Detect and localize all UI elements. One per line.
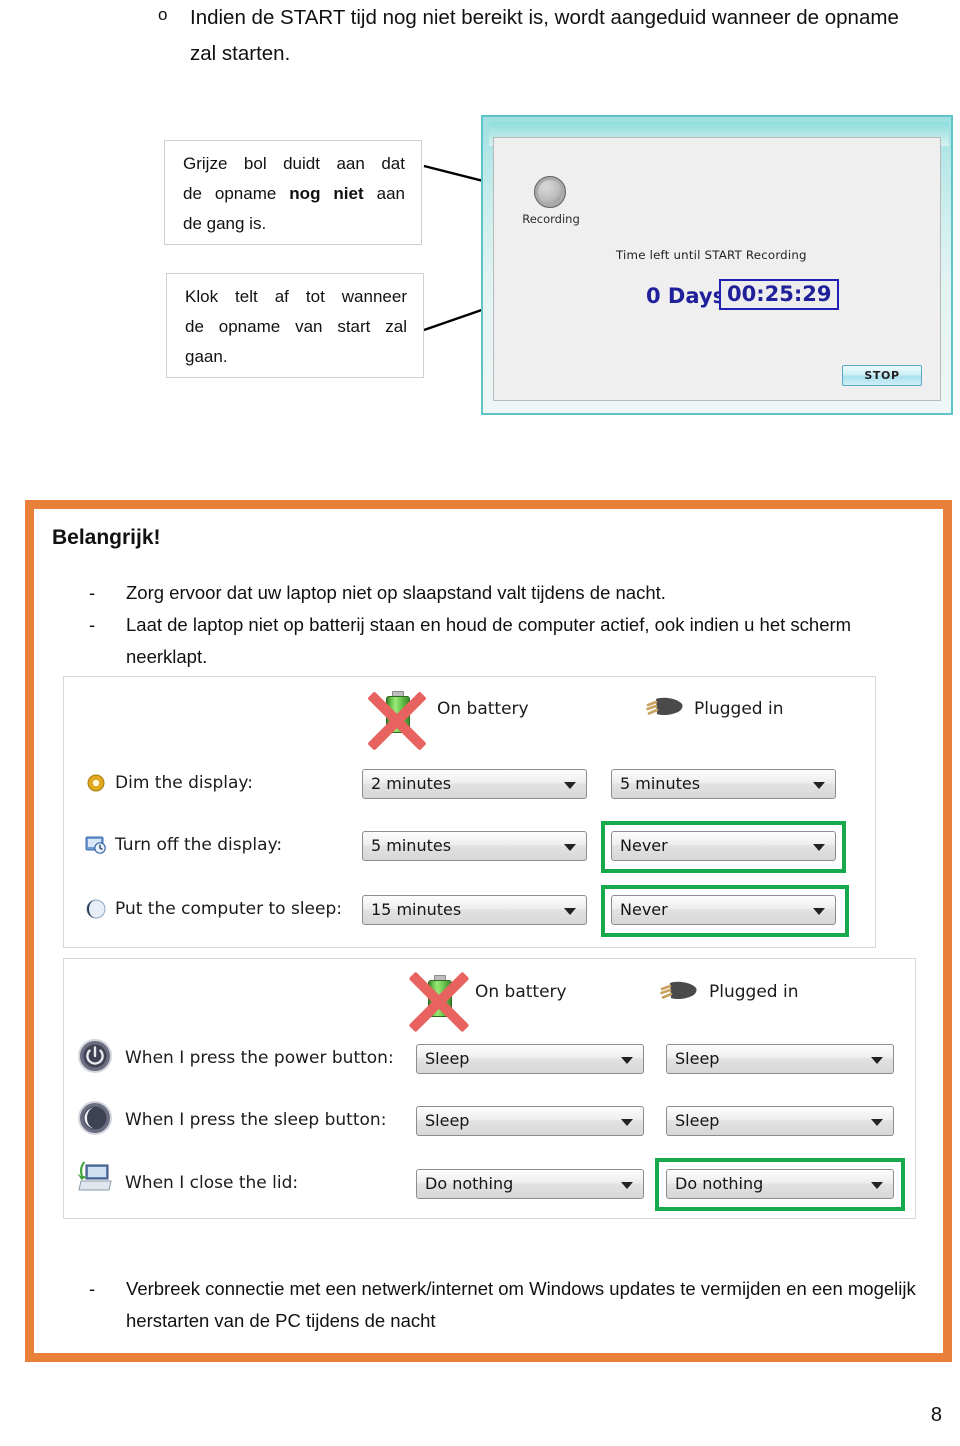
callout-line: Grijze bol duidt aan dat (183, 154, 405, 173)
bullet-dash: - (89, 1278, 96, 1299)
power-options-panel-display: On battery Plugged in Dim the display: 2… (63, 676, 876, 948)
bullet-text: Laat de laptop niet op batterij staan en… (126, 614, 852, 667)
callout-line-bold: nog niet (289, 184, 364, 203)
page-number: 8 (930, 1404, 942, 1426)
chevron-down-icon (813, 782, 825, 789)
row-label-dim-display: Dim the display: (115, 773, 253, 793)
column-header-plugged-in: Plugged in (709, 982, 799, 1002)
row-label-computer-sleep: Put the computer to sleep: (115, 899, 342, 919)
bullet-text: Verbreek connectie met een netwerk/inter… (126, 1278, 916, 1331)
combo-dim-display-on-battery[interactable]: 2 minutes (362, 769, 587, 799)
bullet-marker-icon: o (158, 5, 168, 24)
combo-computer-sleep-plugged-in[interactable]: Never (611, 895, 836, 925)
chevron-down-icon (621, 1057, 633, 1064)
combo-turn-off-display-on-battery[interactable]: 5 minutes (362, 831, 587, 861)
countdown-days: 0 Days (646, 284, 726, 308)
recording-led-label: Recording (522, 212, 580, 226)
chevron-down-icon (564, 782, 576, 789)
callout-line: de opname van start zal (185, 317, 407, 336)
callout-line-pre: de opname (183, 184, 290, 203)
chevron-down-icon (871, 1119, 883, 1126)
sleep-button-icon (78, 1101, 112, 1135)
combo-value: 5 minutes (620, 774, 701, 793)
power-button-icon (78, 1039, 112, 1073)
power-plug-icon (660, 981, 697, 1000)
combo-turn-off-display-plugged-in[interactable]: Never (611, 831, 836, 861)
combo-value: Sleep (675, 1111, 720, 1130)
chevron-down-icon (813, 908, 825, 915)
top-bullet-text: Indien de START tijd nog niet bereikt is… (190, 6, 899, 65)
close-lid-icon (77, 1161, 112, 1191)
power-plug-icon (646, 697, 683, 716)
callout-line: de gang is. (183, 214, 267, 233)
chevron-down-icon (564, 844, 576, 851)
combo-sleep-button-on-battery[interactable]: Sleep (416, 1106, 644, 1136)
clock-callout: Klok telt af tot wanneer de opname van s… (166, 273, 424, 378)
chevron-down-icon (871, 1057, 883, 1064)
time-left-label: Time left until START Recording (616, 248, 807, 262)
document-page: o Indien de START tijd nog niet bereikt … (0, 0, 960, 1446)
callout-line: de opname nog niet aan (183, 179, 405, 209)
battery-crossed-out-icon (360, 679, 434, 753)
combo-value: Do nothing (425, 1174, 514, 1193)
combo-value: Do nothing (675, 1174, 764, 1193)
column-header-plugged-in: Plugged in (694, 699, 784, 719)
chevron-down-icon (621, 1119, 633, 1126)
combo-value: 15 minutes (371, 900, 462, 919)
grey-ball-callout: Grijze bol duidt aan dat de opname nog n… (164, 140, 422, 245)
recording-led-icon (534, 176, 566, 208)
chevron-down-icon (564, 908, 576, 915)
row-label-turn-off-display: Turn off the display: (115, 835, 283, 855)
bullet-text: Zorg ervoor dat uw laptop niet op slaaps… (126, 582, 666, 603)
column-header-on-battery: On battery (437, 699, 529, 719)
power-options-panel-buttons: On battery Plugged in When I press the p… (63, 958, 916, 1219)
combo-value: Never (620, 836, 668, 855)
important-heading: Belangrijk! (52, 526, 161, 549)
combo-computer-sleep-on-battery[interactable]: 15 minutes (362, 895, 587, 925)
stop-button[interactable]: STOP (842, 365, 922, 386)
bullet-dash: - (89, 582, 96, 603)
recording-window-body: Recording Time left until START Recordin… (493, 137, 941, 401)
row-label-sleep-button: When I press the sleep button: (125, 1110, 387, 1130)
chevron-down-icon (621, 1182, 633, 1189)
brightness-icon (87, 774, 105, 792)
row-label-close-lid: When I close the lid: (125, 1173, 299, 1193)
sleep-moon-icon (86, 899, 106, 919)
combo-power-button-plugged-in[interactable]: Sleep (666, 1044, 894, 1074)
countdown-clock: 00:25:29 (719, 279, 840, 310)
combo-dim-display-plugged-in[interactable]: 5 minutes (611, 769, 836, 799)
combo-power-button-on-battery[interactable]: Sleep (416, 1044, 644, 1074)
combo-value: Sleep (425, 1049, 470, 1068)
combo-value: 5 minutes (371, 836, 452, 855)
chevron-down-icon (813, 844, 825, 851)
chevron-down-icon (871, 1182, 883, 1189)
combo-close-lid-plugged-in[interactable]: Do nothing (666, 1169, 894, 1199)
combo-sleep-button-plugged-in[interactable]: Sleep (666, 1106, 894, 1136)
callout-line-post: aan (363, 184, 405, 203)
callout-line: gaan. (185, 347, 228, 366)
battery-crossed-out-icon (401, 959, 477, 1035)
combo-value: 2 minutes (371, 774, 452, 793)
combo-value: Sleep (675, 1049, 720, 1068)
combo-close-lid-on-battery[interactable]: Do nothing (416, 1169, 644, 1199)
callout-line: Klok telt af tot wanneer (185, 287, 407, 306)
column-header-on-battery: On battery (475, 982, 567, 1002)
combo-value: Never (620, 900, 668, 919)
monitor-clock-icon (85, 836, 106, 854)
recording-window: Recording Time left until START Recordin… (481, 115, 953, 415)
combo-value: Sleep (425, 1111, 470, 1130)
bullet-dash: - (89, 614, 96, 635)
row-label-power-button: When I press the power button: (125, 1048, 394, 1068)
